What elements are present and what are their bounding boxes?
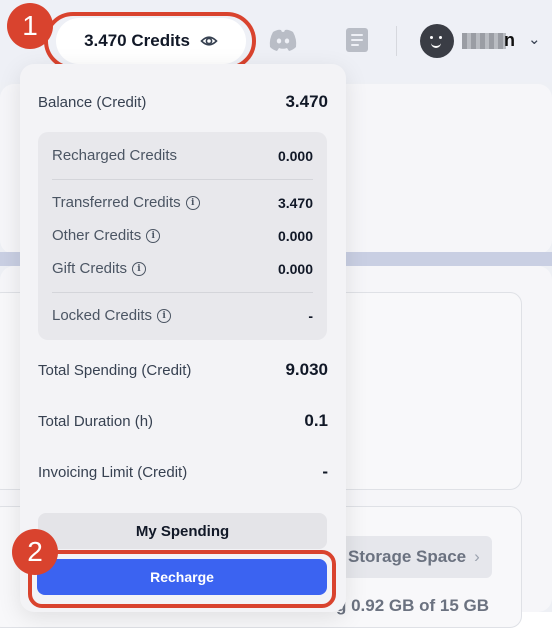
total-spending-label: Total Spending (Credit) (38, 361, 192, 379)
document-icon[interactable] (346, 28, 368, 52)
breakdown-label: Other Credits (52, 227, 142, 244)
total-duration-label: Total Duration (h) (38, 412, 154, 430)
storage-usage-text: g 0.92 GB of 15 GB (336, 596, 490, 615)
breakdown-label-group: Transferred Credits i (52, 194, 200, 211)
breakdown-divider (52, 292, 313, 293)
breakdown-label: Locked Credits (52, 307, 153, 324)
breakdown-label: Gift Credits (52, 260, 128, 277)
username-redacted (462, 33, 506, 49)
chevron-right-icon: › (474, 547, 480, 566)
storage-space-label: Storage Space (348, 547, 467, 566)
total-spending-value: 9.030 (285, 360, 328, 379)
breakdown-label-group: Locked Credits i (52, 307, 172, 324)
balance-row: Balance (Credit) 3.470 (38, 92, 328, 112)
info-icon[interactable]: i (132, 261, 147, 276)
breakdown-value: 0.000 (277, 147, 313, 164)
breakdown-value: 0.000 (277, 227, 313, 244)
breakdown-label-group: Gift Credits i (52, 260, 147, 277)
chevron-down-icon[interactable]: ⌄ (528, 30, 541, 48)
header-divider (396, 26, 397, 56)
breakdown-row-locked: Locked Credits i - (52, 307, 313, 324)
breakdown-row-gift: Gift Credits i 0.000 (52, 260, 313, 277)
breakdown-label-group: Other Credits i (52, 227, 161, 244)
storage-space-button[interactable]: Storage Space › (336, 536, 492, 578)
breakdown-value: 0.000 (277, 260, 313, 277)
invoicing-limit-row: Invoicing Limit (Credit) - (38, 462, 328, 482)
credits-breakdown: Recharged Credits 0.000 Transferred Cred… (38, 132, 327, 340)
breakdown-row-recharged: Recharged Credits 0.000 (52, 147, 313, 164)
breakdown-label: Transferred Credits (52, 194, 181, 211)
avatar[interactable] (420, 24, 454, 58)
total-duration-row: Total Duration (h) 0.1 (38, 411, 328, 431)
highlight-ring-recharge (28, 550, 336, 608)
breakdown-label: Recharged Credits (52, 147, 178, 164)
highlight-ring-credits (44, 12, 256, 70)
username-suffix: n (504, 30, 515, 50)
discord-icon[interactable] (268, 28, 298, 52)
step-marker-2: 2 (12, 529, 58, 575)
my-spending-button[interactable]: My Spending (38, 513, 327, 549)
total-spending-row: Total Spending (Credit) 9.030 (38, 360, 328, 380)
breakdown-value: - (308, 307, 313, 324)
balance-label: Balance (Credit) (38, 93, 147, 111)
balance-value: 3.470 (285, 92, 328, 111)
credits-dropdown: Balance (Credit) 3.470 Recharged Credits… (20, 64, 346, 612)
invoicing-limit-value: - (322, 462, 328, 481)
breakdown-divider (52, 179, 313, 180)
breakdown-value: 3.470 (277, 194, 313, 211)
info-icon[interactable]: i (157, 308, 172, 323)
invoicing-limit-label: Invoicing Limit (Credit) (38, 463, 188, 481)
info-icon[interactable]: i (185, 195, 200, 210)
step-marker-1: 1 (7, 3, 53, 49)
breakdown-row-other: Other Credits i 0.000 (52, 227, 313, 244)
breakdown-row-transferred: Transferred Credits i 3.470 (52, 194, 313, 211)
info-icon[interactable]: i (146, 228, 161, 243)
total-duration-value: 0.1 (304, 411, 328, 430)
